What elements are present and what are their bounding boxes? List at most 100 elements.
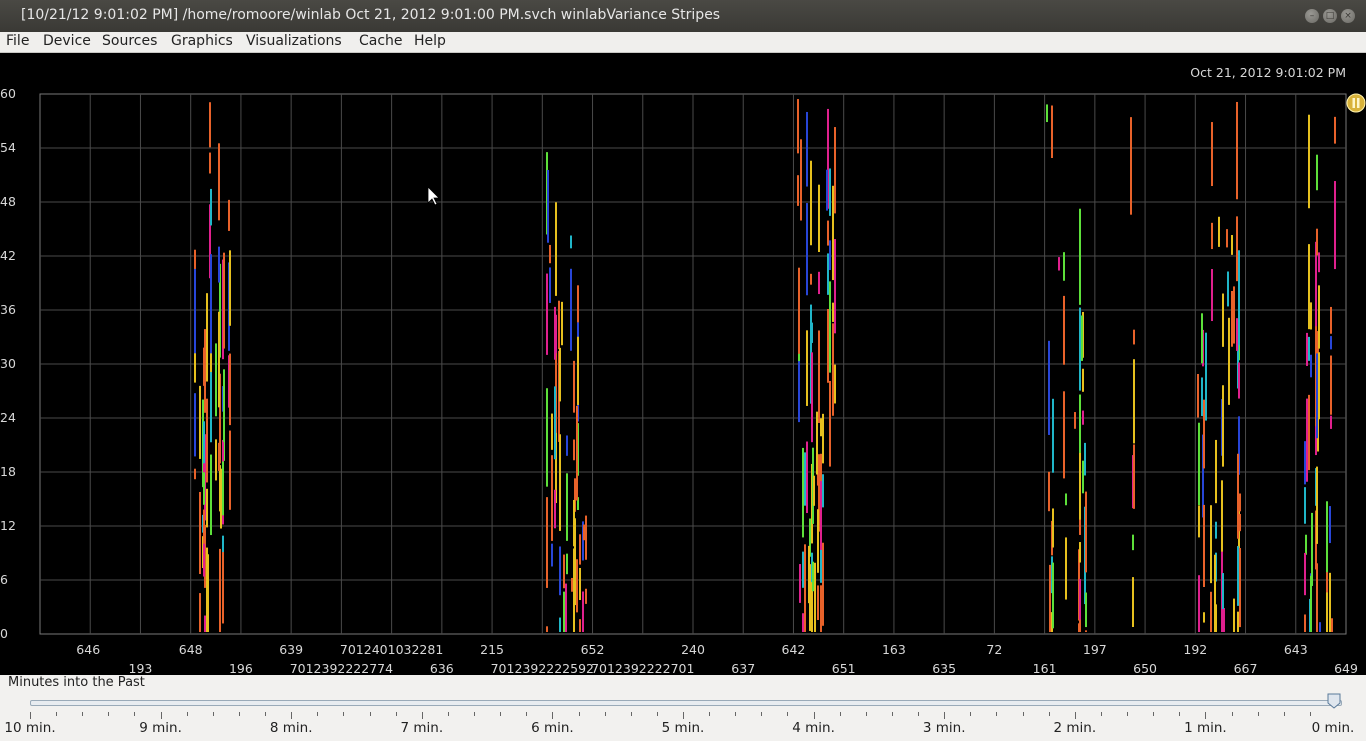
slider-tick-mark (604, 712, 606, 716)
slider-tick-mark (1309, 712, 1311, 716)
slider-tick-mark (134, 712, 136, 716)
slider-tick-mark (56, 712, 58, 716)
slider-tick-mark (787, 712, 789, 716)
slider-tick-mark (343, 712, 345, 716)
x-tick-label: 196 (229, 661, 253, 675)
x-tick-label: 7012392222592 (491, 661, 594, 675)
y-tick-label: 12 (0, 518, 16, 533)
x-tick-label: 636 (430, 661, 454, 675)
slider-tick-mark (1127, 712, 1129, 716)
slider-tick-mark (1283, 712, 1285, 716)
slider-tick-mark (996, 712, 998, 716)
x-tick-label: 215 (480, 642, 504, 657)
slider-tick-mark (1048, 712, 1050, 716)
slider-tick-mark (1153, 712, 1155, 716)
slider-tick-mark (735, 712, 737, 716)
slider-tick-mark (630, 712, 632, 716)
x-tick-label: 648 (179, 642, 203, 657)
maximize-icon[interactable]: □ (1323, 9, 1337, 23)
slider-tick-mark (1100, 712, 1102, 716)
slider-tick-mark (395, 712, 397, 716)
slider-tick-mark (1231, 712, 1233, 716)
slider-tick-label: 9 min. (139, 720, 182, 736)
slider-tick-mark (865, 712, 867, 716)
y-tick-label: 54 (0, 140, 16, 155)
slider-tick-mark (578, 712, 580, 716)
x-tick-label: 72 (986, 642, 1002, 657)
slider-tick-mark (474, 712, 476, 716)
menu-sources[interactable]: Sources (102, 33, 157, 49)
slider-tick-mark (82, 712, 84, 716)
slider-tick-label: 2 min. (1053, 720, 1097, 736)
y-tick-label: 0 (0, 626, 8, 641)
y-axis-labels: 60544842363024181260 (0, 86, 16, 641)
slider-tick-mark (656, 712, 658, 716)
slider-tick-label: 4 min. (792, 720, 835, 736)
menu-visualizations[interactable]: Visualizations (246, 33, 342, 49)
menu-file[interactable]: File (6, 33, 29, 49)
time-slider-track[interactable] (30, 700, 1342, 706)
slider-tick-label: 10 min. (4, 720, 56, 736)
slider-tick-mark (552, 712, 554, 719)
x-tick-label: 161 (1033, 661, 1057, 675)
close-icon[interactable]: × (1341, 9, 1355, 23)
y-tick-label: 6 (0, 572, 8, 587)
menu-cache[interactable]: Cache (359, 33, 403, 49)
x-tick-label: 667 (1234, 661, 1258, 675)
window-titlebar: [10/21/12 9:01:02 PM] /home/romoore/winl… (0, 0, 1366, 32)
slider-tick-mark (1179, 712, 1181, 716)
y-tick-label: 42 (0, 248, 16, 263)
slider-tick-mark (813, 712, 815, 719)
time-slider-thumb[interactable] (1327, 693, 1341, 709)
slider-tick-label: 6 min. (531, 720, 574, 736)
menu-device[interactable]: Device (43, 33, 91, 49)
slider-label: Minutes into the Past (8, 675, 145, 690)
slider-tick-mark (500, 712, 502, 716)
x-tick-label: 197 (1083, 642, 1107, 657)
y-tick-label: 36 (0, 302, 16, 317)
x-tick-label: 639 (279, 642, 303, 657)
x-axis-labels: 646 648 639 7012401032281 215 652 240 642 163 72 1… (76, 642, 1358, 675)
slider-tick-mark (1205, 712, 1207, 719)
variance-stripes-plot[interactable]: Oct 21, 2012 9:01:02 PM 60 54 48 42 36 30 24 18… (0, 53, 1366, 675)
slider-tick-mark (970, 712, 972, 716)
slider-tick-mark (944, 712, 946, 719)
x-tick-label: 635 (932, 661, 956, 675)
x-tick-label: 652 (581, 642, 605, 657)
slider-tick-label: 7 min. (400, 720, 444, 736)
x-tick-label: 643 (1284, 642, 1308, 657)
x-tick-label: 649 (1334, 661, 1358, 675)
menu-graphics[interactable]: Graphics (171, 33, 233, 49)
pause-icon[interactable] (1346, 93, 1366, 113)
y-tick-label: 48 (0, 194, 16, 209)
slider-tick-mark (709, 712, 711, 716)
slider-tick-mark (918, 712, 920, 716)
minimize-icon[interactable]: – (1305, 9, 1319, 23)
slider-tick-mark (369, 712, 371, 716)
slider-tick-mark (317, 712, 319, 716)
x-tick-label: 646 (76, 642, 100, 657)
slider-tick-mark (291, 712, 293, 719)
slider-tick-mark (212, 712, 214, 716)
slider-tick-mark (1074, 712, 1076, 719)
slider-tick-mark (30, 712, 31, 719)
slider-tick-mark (447, 712, 449, 716)
menu-help[interactable]: Help (414, 33, 446, 49)
stripes-chart[interactable]: 60544842363024181260 646 648 639 7012401032… (0, 53, 1366, 675)
slider-tick-mark (1257, 712, 1259, 716)
x-tick-label: 642 (782, 642, 806, 657)
slider-tick-mark (839, 712, 841, 716)
plot-grid (39, 93, 1347, 635)
x-tick-label: 7012392222774 (290, 661, 393, 675)
slider-tick-mark (1022, 712, 1024, 716)
slider-tick-mark (683, 712, 684, 719)
slider-tick-mark (761, 712, 763, 716)
menu-bar: File Device Sources Graphics Visualizati… (0, 32, 1366, 53)
x-tick-label: 637 (731, 661, 755, 675)
x-tick-label: 650 (1133, 661, 1157, 675)
slider-tick-label: 1 min. (1184, 720, 1227, 736)
slider-tick-mark (421, 712, 423, 719)
x-tick-label: 240 (681, 642, 705, 657)
slider-tick-mark (238, 712, 240, 716)
slider-tick-mark (891, 712, 893, 716)
